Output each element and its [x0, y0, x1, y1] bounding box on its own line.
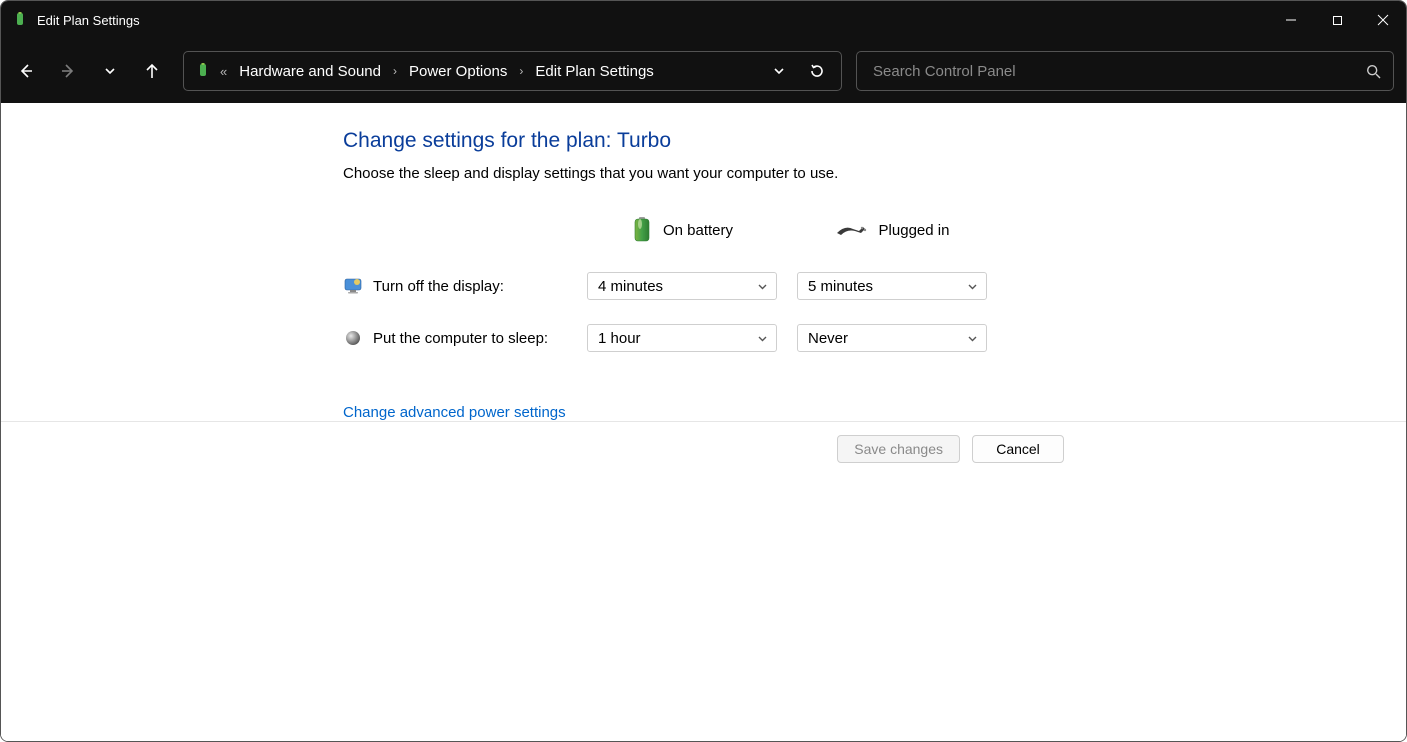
display-plugged-combo[interactable]: 5 minutes — [797, 272, 987, 300]
breadcrumb-item[interactable]: Edit Plan Settings — [531, 61, 657, 82]
up-button[interactable] — [133, 52, 171, 90]
forward-button[interactable] — [49, 52, 87, 90]
monitor-icon — [343, 276, 363, 296]
row-sleep-label: Put the computer to sleep: — [343, 312, 567, 364]
titlebar: Edit Plan Settings — [1, 1, 1406, 39]
power-plan-icon — [11, 11, 29, 29]
blank-area — [1, 475, 1406, 741]
battery-icon — [631, 216, 653, 244]
window-controls — [1268, 1, 1406, 39]
footer: Save changes Cancel — [1, 421, 1406, 475]
column-label: Plugged in — [879, 222, 950, 239]
chevron-down-icon — [967, 281, 978, 292]
save-changes-button[interactable]: Save changes — [837, 435, 960, 463]
moon-icon — [343, 328, 363, 348]
breadcrumb-item[interactable]: Hardware and Sound — [235, 61, 385, 82]
page-heading: Change settings for the plan: Turbo — [343, 129, 1406, 153]
content-area: Change settings for the plan: Turbo Choo… — [1, 103, 1406, 741]
cancel-button[interactable]: Cancel — [972, 435, 1064, 463]
advanced-power-settings-link[interactable]: Change advanced power settings — [343, 404, 566, 421]
page-description: Choose the sleep and display settings th… — [343, 165, 1406, 182]
power-plan-icon — [194, 62, 212, 80]
close-button[interactable] — [1360, 1, 1406, 39]
column-header-battery: On battery — [587, 200, 777, 260]
plug-icon — [835, 219, 869, 241]
search-box[interactable] — [856, 51, 1394, 91]
address-dropdown-button[interactable] — [761, 53, 797, 89]
search-icon — [1363, 61, 1383, 81]
row-display-label: Turn off the display: — [343, 260, 567, 312]
settings-table: On battery Plugged in — [343, 200, 1406, 364]
minimize-button[interactable] — [1268, 1, 1314, 39]
breadcrumb-item[interactable]: Power Options — [405, 61, 511, 82]
button-label: Cancel — [996, 441, 1040, 457]
sleep-plugged-combo[interactable]: Never — [797, 324, 987, 352]
chevron-down-icon — [757, 333, 768, 344]
column-label: On battery — [663, 222, 733, 239]
chevron-down-icon — [757, 281, 768, 292]
navbar: « Hardware and Sound › Power Options › E… — [1, 39, 1406, 103]
refresh-button[interactable] — [799, 53, 835, 89]
chevron-right-icon: › — [517, 64, 525, 78]
column-header-plugged: Plugged in — [797, 200, 987, 260]
back-button[interactable] — [7, 52, 45, 90]
settings-panel: Change settings for the plan: Turbo Choo… — [1, 103, 1406, 421]
chevron-down-icon — [967, 333, 978, 344]
display-battery-combo[interactable]: 4 minutes — [587, 272, 777, 300]
recent-locations-button[interactable] — [91, 52, 129, 90]
breadcrumb-overflow-icon[interactable]: « — [218, 64, 229, 79]
sleep-battery-combo[interactable]: 1 hour — [587, 324, 777, 352]
window-title: Edit Plan Settings — [37, 13, 140, 28]
chevron-right-icon: › — [391, 64, 399, 78]
row-label-text: Put the computer to sleep: — [373, 330, 548, 347]
combo-value: 4 minutes — [598, 278, 663, 295]
button-label: Save changes — [854, 441, 943, 457]
combo-value: 5 minutes — [808, 278, 873, 295]
search-input[interactable] — [871, 62, 1363, 81]
maximize-button[interactable] — [1314, 1, 1360, 39]
row-label-text: Turn off the display: — [373, 278, 504, 295]
window: Edit Plan Settings — [0, 0, 1407, 742]
combo-value: Never — [808, 330, 848, 347]
combo-value: 1 hour — [598, 330, 641, 347]
address-bar[interactable]: « Hardware and Sound › Power Options › E… — [183, 51, 842, 91]
